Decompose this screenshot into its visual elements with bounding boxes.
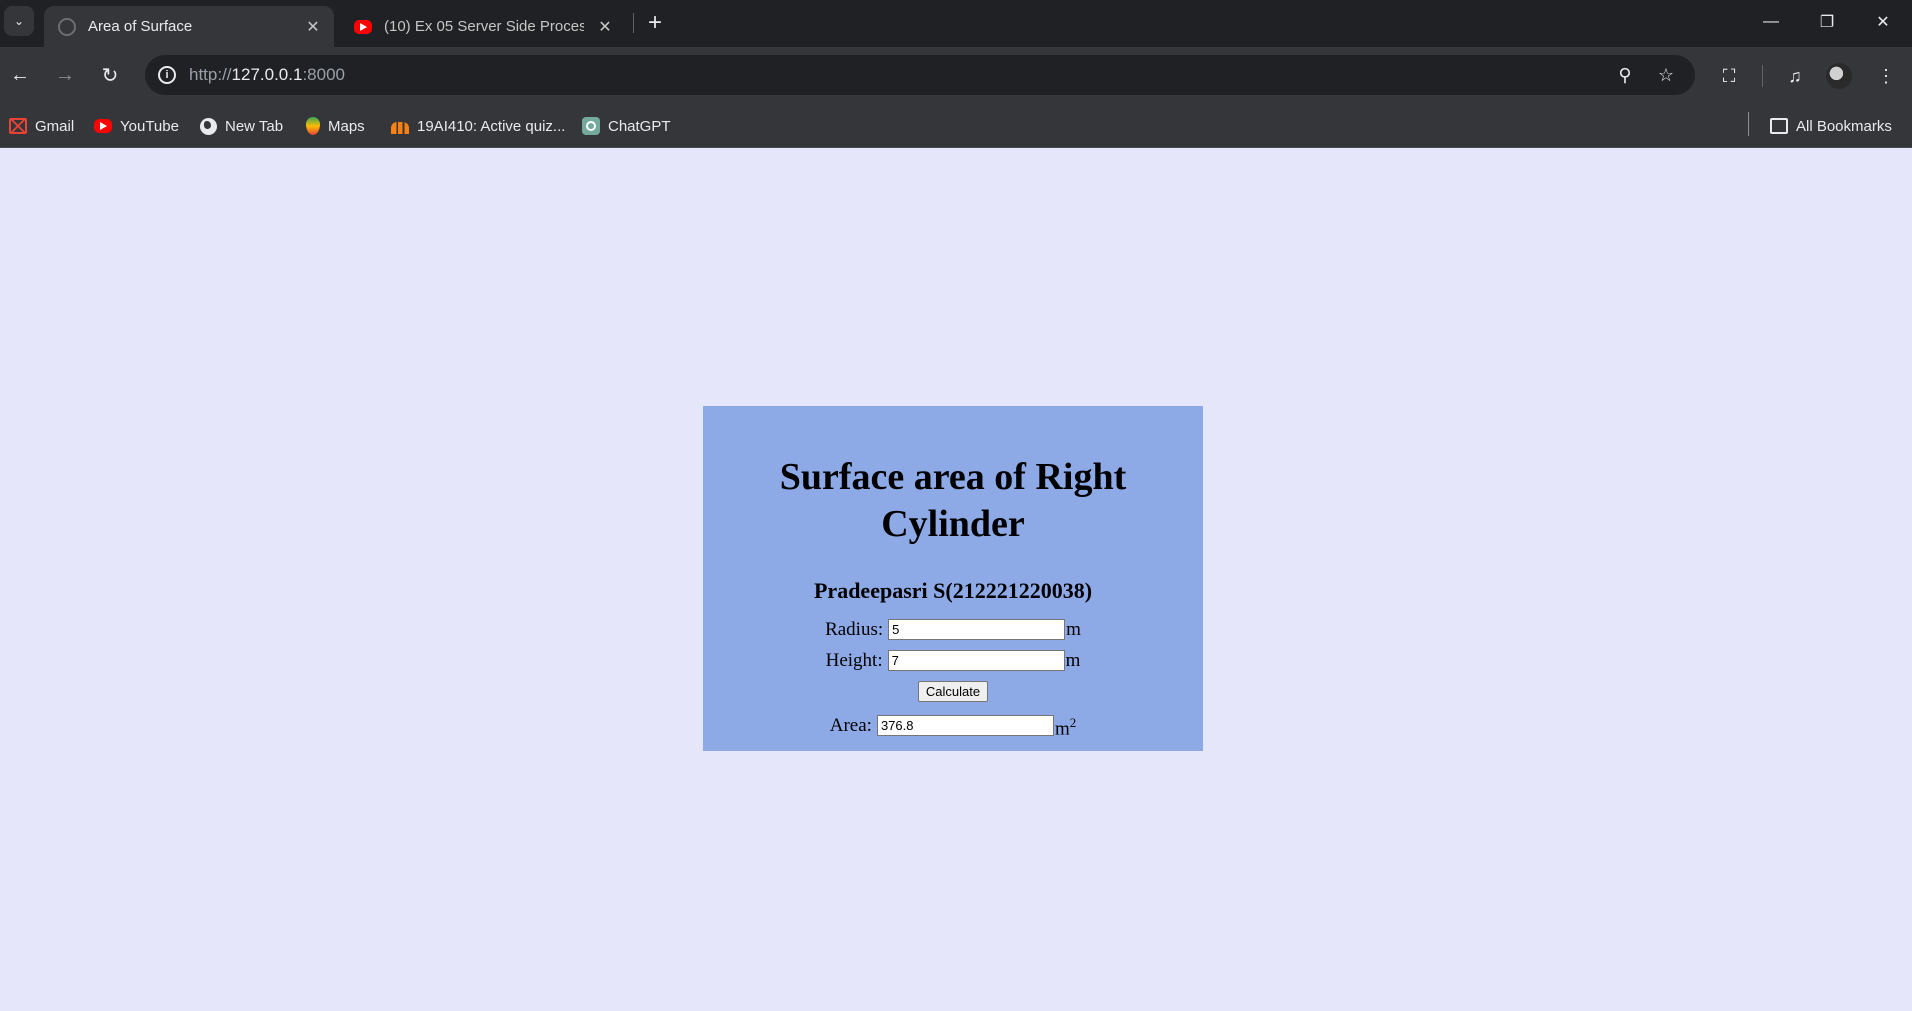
reload-button[interactable]: ↻ <box>92 57 128 93</box>
bookmark-label: ChatGPT <box>608 117 671 135</box>
area-unit: m2 <box>1055 711 1076 740</box>
media-controls-icon[interactable]: ♫ <box>1780 61 1810 91</box>
address-bar[interactable]: i http://127.0.0.1:8000 ⚲ ☆ <box>145 55 1695 95</box>
info-icon: i <box>158 66 176 84</box>
new-tab-button[interactable]: + <box>640 8 670 38</box>
bookmark-maps[interactable]: Maps <box>306 115 365 137</box>
url-text[interactable]: http://127.0.0.1:8000 <box>189 65 345 85</box>
chevron-down-icon: ⌄ <box>13 14 25 28</box>
area-label: Area: <box>829 715 872 737</box>
radius-label: Radius: <box>825 619 884 640</box>
toolbar-separator <box>1762 65 1763 87</box>
bookmarks-divider <box>1748 112 1749 136</box>
calculator-card: Surface area of Right Cylinder Pradeepas… <box>703 406 1203 751</box>
bookmark-chatgpt[interactable]: ChatGPT <box>582 115 671 137</box>
gmail-icon <box>9 118 27 134</box>
all-bookmarks-label: All Bookmarks <box>1796 117 1892 135</box>
menu-kebab-icon[interactable]: ⋮ <box>1871 61 1901 91</box>
youtube-icon <box>94 119 112 133</box>
radius-row: Radius: m <box>703 618 1203 641</box>
folder-icon <box>1770 118 1788 134</box>
bookmark-label: Gmail <box>35 117 75 135</box>
radius-input[interactable] <box>888 619 1066 640</box>
bookmark-label: YouTube <box>120 117 179 135</box>
forward-button[interactable]: → <box>47 57 83 93</box>
height-unit: m <box>1065 650 1081 671</box>
tab-area-of-surface[interactable]: Area of Surface ✕ <box>44 6 334 47</box>
site-info-button[interactable]: i <box>151 59 183 91</box>
url-port: :8000 <box>302 65 345 84</box>
maps-icon <box>306 117 320 135</box>
close-icon[interactable]: ✕ <box>594 16 616 38</box>
bookmark-label: 19AI410: Active quiz... <box>417 117 566 135</box>
globe-icon <box>58 17 76 36</box>
close-window-button[interactable]: ✕ <box>1855 0 1911 44</box>
url-scheme: http:// <box>189 65 232 84</box>
tab-search-button[interactable]: ⌄ <box>4 6 34 36</box>
url-host: 127.0.0.1 <box>231 65 303 84</box>
bookmark-gmail[interactable]: Gmail <box>9 115 74 137</box>
bookmark-label: Maps <box>328 117 365 135</box>
moodle-icon <box>391 122 409 134</box>
calculate-button[interactable]: Calculate <box>917 681 989 702</box>
height-input[interactable] <box>887 650 1065 671</box>
bookmark-star-icon[interactable]: ☆ <box>1652 61 1680 89</box>
browser-toolbar: ← → ↻ i http://127.0.0.1:8000 ⚲ ☆ ⛶ ♫ ⋮ <box>0 47 1912 104</box>
all-bookmarks-button[interactable]: All Bookmarks <box>1770 115 1892 137</box>
minimize-button[interactable]: — <box>1743 0 1799 44</box>
youtube-icon <box>354 19 372 34</box>
globe-icon <box>200 117 217 135</box>
height-label: Height: <box>825 650 883 671</box>
tab-title: (10) Ex 05 Server Side Processing <box>384 18 584 35</box>
tab-youtube-video[interactable]: (10) Ex 05 Server Side Processing ✕ <box>340 6 626 47</box>
bookmark-label: New Tab <box>225 117 284 135</box>
zoom-icon[interactable]: ⚲ <box>1611 61 1639 89</box>
bookmark-youtube[interactable]: YouTube <box>94 115 179 137</box>
page-title: Surface area of Right Cylinder <box>779 456 1127 545</box>
bookmark-new-tab[interactable]: New Tab <box>200 115 283 137</box>
area-unit-base: m <box>1054 718 1070 740</box>
page-content: Surface area of Right Cylinder Pradeepas… <box>0 148 1912 1011</box>
tab-title: Area of Surface <box>88 18 193 35</box>
back-button[interactable]: ← <box>2 57 38 93</box>
tab-divider <box>633 13 634 33</box>
restore-button[interactable]: ❐ <box>1799 0 1855 44</box>
browser-titlebar: ⌄ Area of Surface ✕ (10) Ex 05 Server Si… <box>0 0 1912 47</box>
calculate-row: Calculate <box>703 681 1203 702</box>
extensions-icon[interactable]: ⛶ <box>1714 61 1744 91</box>
height-row: Height: m <box>703 649 1203 672</box>
area-output[interactable] <box>876 715 1054 737</box>
close-icon[interactable]: ✕ <box>302 16 324 38</box>
bookmark-active-quiz[interactable]: 19AI410: Active quiz... <box>391 115 565 137</box>
area-row: Area: m2 <box>703 711 1203 740</box>
radius-unit: m <box>1066 619 1081 640</box>
chatgpt-icon <box>582 117 600 135</box>
profile-avatar[interactable] <box>1826 63 1852 89</box>
area-unit-power: 2 <box>1069 715 1077 730</box>
author-heading: Pradeepasri S(212221220038) <box>813 578 1093 603</box>
bookmarks-bar: Gmail YouTube New Tab Maps 19AI410: Acti… <box>0 104 1912 148</box>
